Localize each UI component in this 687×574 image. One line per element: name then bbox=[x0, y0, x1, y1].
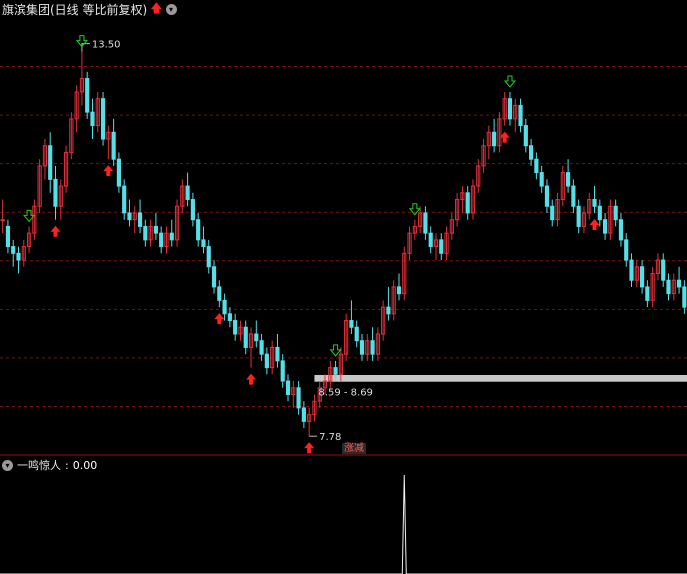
candle-body bbox=[576, 205, 581, 227]
candle-body bbox=[159, 232, 164, 248]
candle-body bbox=[639, 266, 645, 288]
candle-body bbox=[296, 387, 301, 409]
candle-body bbox=[603, 219, 608, 234]
candle-body bbox=[100, 98, 106, 140]
subchart-header: ▾ 一鸣惊人 : 0.00 bbox=[2, 458, 97, 472]
candle-body bbox=[661, 259, 666, 281]
candle-body bbox=[0, 219, 5, 222]
candle-body bbox=[629, 259, 634, 281]
candle-body bbox=[137, 212, 143, 227]
candle-body bbox=[127, 212, 132, 221]
candle-body bbox=[396, 286, 402, 295]
candle-body bbox=[222, 299, 227, 315]
candle-body bbox=[185, 185, 190, 201]
range-label: 8.59 - 8.69 bbox=[318, 388, 373, 399]
candle-body bbox=[169, 232, 174, 241]
candle-body bbox=[354, 326, 359, 342]
candle-body bbox=[196, 219, 201, 241]
buy-arrow-icon bbox=[246, 373, 257, 385]
candle-body bbox=[259, 340, 264, 355]
candle-body bbox=[534, 158, 539, 174]
candle-body bbox=[624, 239, 629, 261]
candle-body bbox=[597, 205, 602, 221]
candle-body bbox=[333, 367, 338, 375]
red-up-arrow-icon[interactable]: 🡅 bbox=[150, 0, 162, 20]
chart-header: 旗滨集团(日线 等比前复权) 🡅 ▾ bbox=[2, 1, 177, 17]
buy-arrow-icon bbox=[103, 165, 114, 177]
chart-canvas: 13.50 7.78 8.59 - 8.69 bbox=[0, 35, 687, 574]
candle-body bbox=[539, 172, 544, 187]
buy-arrow-icon bbox=[304, 442, 315, 454]
candle-body bbox=[370, 340, 375, 355]
candle-body bbox=[550, 205, 555, 221]
candle-body bbox=[201, 239, 206, 248]
candle-body bbox=[217, 286, 222, 301]
candle-body bbox=[143, 225, 148, 241]
indicator-separator: : bbox=[65, 458, 69, 472]
candle-body bbox=[11, 246, 16, 254]
candle-body bbox=[190, 199, 195, 221]
candle-body bbox=[359, 340, 365, 355]
candle-body bbox=[666, 279, 671, 295]
candle-body bbox=[566, 172, 571, 187]
candle-body bbox=[386, 306, 391, 315]
candle-body bbox=[264, 353, 269, 369]
high-label: 13.50 bbox=[92, 40, 121, 51]
candle-body bbox=[206, 246, 211, 268]
indicator-line bbox=[0, 474, 687, 574]
chevron-down-icon-sub[interactable]: ▾ bbox=[2, 459, 13, 471]
candle-body bbox=[111, 131, 116, 160]
candle-body bbox=[243, 326, 248, 348]
candle-body bbox=[275, 346, 280, 362]
indicator-value: 0.00 bbox=[72, 458, 98, 472]
candle-body bbox=[492, 131, 497, 147]
candle-body bbox=[507, 98, 513, 120]
candle-body bbox=[227, 313, 232, 322]
candle-body bbox=[571, 185, 576, 207]
candle-body bbox=[423, 212, 428, 234]
candle-body bbox=[122, 185, 127, 214]
chevron-down-icon[interactable]: ▾ bbox=[165, 3, 177, 15]
candle-body bbox=[428, 232, 433, 248]
candle-body bbox=[90, 111, 95, 127]
buy-arrow-icon bbox=[50, 225, 61, 237]
candle-body bbox=[16, 252, 21, 261]
candle-body bbox=[518, 104, 523, 127]
candle-body bbox=[349, 320, 354, 328]
candle-body bbox=[544, 185, 550, 207]
indicator-label: 一鸣惊人 bbox=[17, 459, 61, 472]
buy-arrow-icon bbox=[214, 313, 225, 325]
candle-body bbox=[529, 145, 534, 160]
chart-title: 旗滨集团(日线 等比前复权) bbox=[2, 2, 148, 17]
candle-body bbox=[301, 407, 306, 422]
candle-body bbox=[153, 225, 158, 234]
candle-body bbox=[48, 145, 53, 180]
candle-body bbox=[592, 199, 597, 207]
sell-arrow-icon bbox=[503, 75, 517, 88]
candle-body bbox=[285, 380, 291, 395]
candle-body bbox=[523, 125, 528, 147]
candle-body bbox=[211, 266, 217, 288]
candle-body bbox=[233, 320, 238, 335]
candle-body bbox=[682, 286, 687, 308]
range-band bbox=[314, 374, 687, 382]
price-tag: 涨减 bbox=[342, 443, 366, 454]
candle-body bbox=[645, 286, 650, 301]
candle-body bbox=[676, 279, 682, 288]
candle-body bbox=[116, 158, 121, 187]
candle-body bbox=[53, 178, 58, 207]
candle-body bbox=[439, 239, 444, 254]
candle-body bbox=[254, 333, 259, 342]
candle-body bbox=[85, 78, 90, 113]
candle-body bbox=[465, 192, 470, 214]
candle-body bbox=[5, 225, 11, 248]
candle-body bbox=[280, 360, 285, 382]
candle-body bbox=[613, 205, 618, 221]
buy-arrow-icon bbox=[589, 218, 600, 230]
candle-body bbox=[618, 219, 624, 241]
low-label: 7.78 bbox=[319, 432, 341, 443]
